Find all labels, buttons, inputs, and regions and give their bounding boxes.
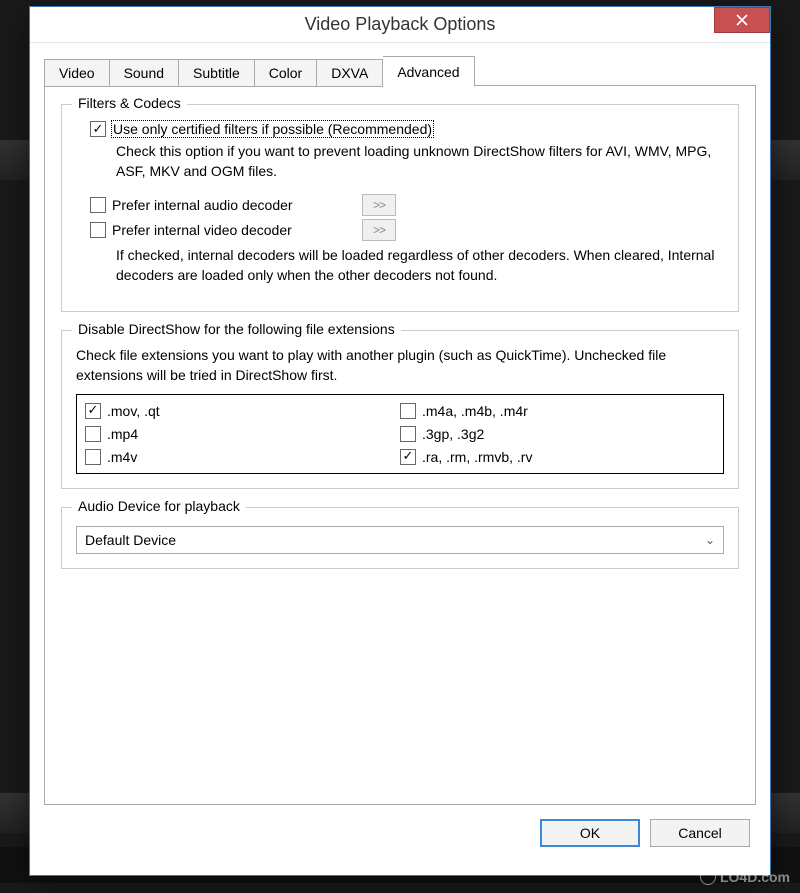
ext-item-mp4: .mp4 xyxy=(85,426,400,442)
checkbox-ext-m4a[interactable] xyxy=(400,403,416,419)
tab-sound[interactable]: Sound xyxy=(110,59,179,87)
titlebar: Video Playback Options xyxy=(30,7,770,43)
checkbox-ext-ra[interactable] xyxy=(400,449,416,465)
group-filters-codecs: Filters & Codecs Use only certified filt… xyxy=(61,104,739,312)
checkbox-row-audio-decoder: Prefer internal audio decoder >> xyxy=(90,194,724,216)
checkbox-video-decoder-label[interactable]: Prefer internal video decoder xyxy=(112,222,332,238)
group-legend: Disable DirectShow for the following fil… xyxy=(72,321,401,337)
ext-item-3gp: .3gp, .3g2 xyxy=(400,426,715,442)
dialog-window: Video Playback Options Video Sound Subti… xyxy=(29,6,771,876)
tab-subtitle[interactable]: Subtitle xyxy=(179,59,255,87)
checkbox-ext-mp4[interactable] xyxy=(85,426,101,442)
ext-item-m4v: .m4v xyxy=(85,449,400,465)
client-area: Video Sound Subtitle Color DXVA Advanced… xyxy=(30,43,770,861)
tab-color[interactable]: Color xyxy=(255,59,317,87)
tab-advanced[interactable]: Advanced xyxy=(383,56,474,87)
tab-video[interactable]: Video xyxy=(44,59,110,87)
window-title: Video Playback Options xyxy=(305,14,496,35)
decoder-desc: If checked, internal decoders will be lo… xyxy=(116,245,724,286)
checkbox-row-certified: Use only certified filters if possible (… xyxy=(90,121,724,137)
watermark-text: LO4D.com xyxy=(720,869,790,885)
group-audio-device: Audio Device for playback Default Device… xyxy=(61,507,739,569)
ext-label[interactable]: .mp4 xyxy=(107,426,138,442)
globe-icon xyxy=(700,869,716,885)
ext-label[interactable]: .m4v xyxy=(107,449,137,465)
group-legend: Audio Device for playback xyxy=(72,498,246,514)
close-button[interactable] xyxy=(714,7,770,33)
video-decoder-more-button[interactable]: >> xyxy=(362,219,396,241)
tab-dxva[interactable]: DXVA xyxy=(317,59,383,87)
checkbox-ext-mov[interactable] xyxy=(85,403,101,419)
disable-directshow-desc: Check file extensions you want to play w… xyxy=(76,345,724,386)
group-disable-directshow: Disable DirectShow for the following fil… xyxy=(61,330,739,489)
checkbox-audio-decoder-label[interactable]: Prefer internal audio decoder xyxy=(112,197,332,213)
ext-label[interactable]: .3gp, .3g2 xyxy=(422,426,484,442)
checkbox-audio-decoder[interactable] xyxy=(90,197,106,213)
checkbox-ext-m4v[interactable] xyxy=(85,449,101,465)
ext-item-m4a: .m4a, .m4b, .m4r xyxy=(400,403,715,419)
extension-grid: .mov, .qt .m4a, .m4b, .m4r .mp4 .3gp, .3… xyxy=(76,394,724,474)
audio-device-select[interactable]: Default Device ⌄ xyxy=(76,526,724,554)
checkbox-certified[interactable] xyxy=(90,121,106,137)
ext-item-mov: .mov, .qt xyxy=(85,403,400,419)
checkbox-ext-3gp[interactable] xyxy=(400,426,416,442)
chevron-down-icon: ⌄ xyxy=(705,533,715,547)
ext-label[interactable]: .mov, .qt xyxy=(107,403,160,419)
certified-desc: Check this option if you want to prevent… xyxy=(116,141,724,182)
dialog-button-row: OK Cancel xyxy=(44,819,756,847)
checkbox-video-decoder[interactable] xyxy=(90,222,106,238)
cancel-button[interactable]: Cancel xyxy=(650,819,750,847)
group-legend: Filters & Codecs xyxy=(72,95,187,111)
watermark: LO4D.com xyxy=(700,869,790,885)
ext-label[interactable]: .ra, .rm, .rmvb, .rv xyxy=(422,449,532,465)
ext-label[interactable]: .m4a, .m4b, .m4r xyxy=(422,403,528,419)
checkbox-row-video-decoder: Prefer internal video decoder >> xyxy=(90,219,724,241)
tab-strip: Video Sound Subtitle Color DXVA Advanced xyxy=(44,55,756,86)
close-icon xyxy=(736,14,748,26)
ext-item-ra: .ra, .rm, .rmvb, .rv xyxy=(400,449,715,465)
tab-panel-advanced: Filters & Codecs Use only certified filt… xyxy=(44,85,756,805)
audio-device-selected: Default Device xyxy=(85,532,176,548)
audio-decoder-more-button[interactable]: >> xyxy=(362,194,396,216)
checkbox-certified-label[interactable]: Use only certified filters if possible (… xyxy=(112,121,433,137)
ok-button[interactable]: OK xyxy=(540,819,640,847)
